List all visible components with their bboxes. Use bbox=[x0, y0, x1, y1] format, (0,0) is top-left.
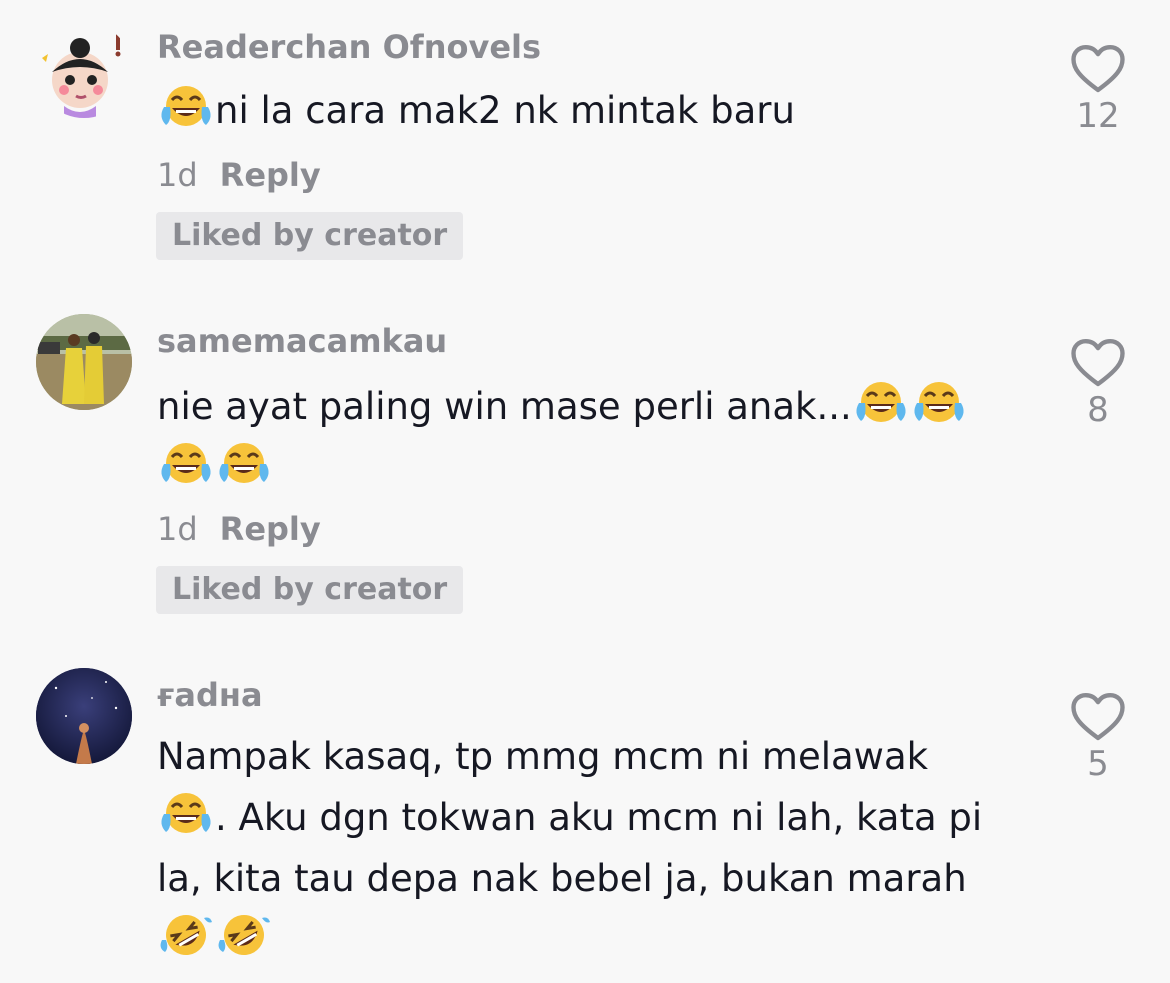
heart-outline-icon[interactable] bbox=[1070, 44, 1126, 94]
face-with-tears-of-joy-emoji bbox=[853, 377, 909, 427]
comment-username[interactable]: Readerchan Ofnovels bbox=[157, 28, 541, 66]
liked-by-creator-badge: Liked by creator bbox=[156, 212, 464, 260]
face-with-tears-of-joy-emoji bbox=[158, 788, 214, 838]
avatar[interactable] bbox=[36, 314, 132, 410]
like-count: 5 bbox=[1087, 744, 1109, 784]
like-button[interactable]: 12 bbox=[1066, 44, 1130, 136]
comment-text-part: Nampak kasaq, tp mmg mcm ni melawak bbox=[157, 735, 929, 778]
like-count: 12 bbox=[1076, 96, 1120, 136]
reply-button[interactable]: Reply bbox=[220, 156, 321, 194]
comment-time: 1d bbox=[157, 510, 198, 548]
heart-outline-icon[interactable] bbox=[1070, 338, 1126, 388]
comment-text: ni la cara mak2 nk mintak baru bbox=[157, 80, 987, 141]
face-with-tears-of-joy-emoji bbox=[911, 377, 967, 427]
like-count: 8 bbox=[1087, 390, 1109, 430]
comment-text-part: . Aku dgn tokwan aku mcm ni lah, kata pi… bbox=[157, 796, 983, 900]
comment-text: Nampak kasaq, tp mmg mcm ni melawak . Aku… bbox=[157, 726, 997, 970]
like-button[interactable]: 5 bbox=[1066, 692, 1130, 784]
rolling-on-floor-laughing-emoji bbox=[216, 910, 272, 960]
comment-username[interactable]: samemacamkau bbox=[157, 322, 447, 360]
comment-text: nie ayat paling win mase perli anak... bbox=[157, 376, 987, 498]
rolling-on-floor-laughing-emoji bbox=[158, 910, 214, 960]
liked-by-creator-badge: Liked by creator bbox=[156, 566, 464, 614]
comment-time: 1d bbox=[157, 156, 198, 194]
comment-meta: 1d Reply bbox=[157, 156, 321, 194]
avatar[interactable] bbox=[36, 668, 132, 764]
avatar[interactable] bbox=[36, 22, 132, 118]
comment-username[interactable]: ғadнa bbox=[157, 676, 263, 714]
face-with-tears-of-joy-emoji bbox=[216, 438, 272, 488]
comment-meta: 1d Reply bbox=[157, 510, 321, 548]
heart-outline-icon[interactable] bbox=[1070, 692, 1126, 742]
face-with-tears-of-joy-emoji bbox=[158, 81, 214, 131]
comment-text-part: nie ayat paling win mase perli anak... bbox=[157, 385, 852, 428]
like-button[interactable]: 8 bbox=[1066, 338, 1130, 430]
comment-text-part: ni la cara mak2 nk mintak baru bbox=[215, 89, 795, 132]
reply-button[interactable]: Reply bbox=[220, 510, 321, 548]
face-with-tears-of-joy-emoji bbox=[158, 438, 214, 488]
